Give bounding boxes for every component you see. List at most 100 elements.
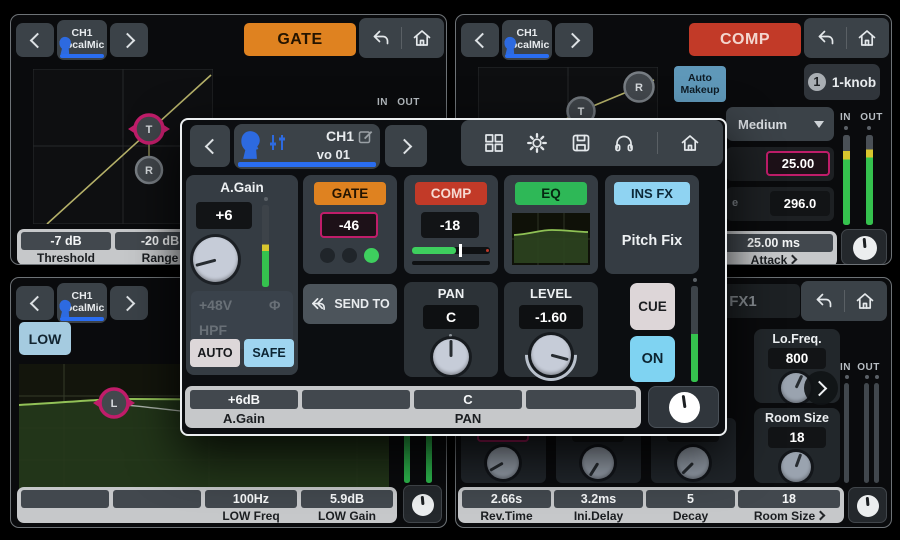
chevron-right-icon xyxy=(396,138,412,154)
meter-peak-dot xyxy=(865,375,869,379)
io-meter-labels: IN OUT xyxy=(840,362,880,373)
mixer-touchscreen: CH1 VocalMic GATE R T IN OUT -7 dB -20 d… xyxy=(0,0,900,540)
auto-makeup-button[interactable]: AutoMakeup xyxy=(674,66,726,102)
fader-param-footer: +6dB C A.Gain PAN xyxy=(185,386,641,428)
roomsize-knob[interactable] xyxy=(781,452,811,482)
edit-name-icon[interactable] xyxy=(358,129,373,144)
back-icon[interactable] xyxy=(815,27,837,49)
chevron-right-icon xyxy=(811,380,827,396)
next-channel-button[interactable] xyxy=(555,23,593,57)
footer-pan-value[interactable]: C xyxy=(414,390,522,409)
next-page-button[interactable] xyxy=(804,371,838,405)
home-icon[interactable] xyxy=(411,27,433,49)
prev-channel-button[interactable] xyxy=(461,23,499,57)
footer-again-value[interactable]: +6dB xyxy=(190,390,298,409)
pan-label: PAN xyxy=(404,286,498,301)
channel-select-button[interactable]: CH1 VocalMic xyxy=(502,20,552,60)
back-icon[interactable] xyxy=(370,27,392,49)
analog-gain-card: A.Gain +6 +48V Φ HPF AUTO SAFE xyxy=(186,175,298,375)
footer-threshold-label: Threshold xyxy=(21,251,111,264)
gate-card[interactable]: GATE -46 xyxy=(303,175,397,274)
channel-select-button[interactable]: CH1 VocalMic xyxy=(57,283,107,323)
phantom-label[interactable]: +48V xyxy=(199,297,232,313)
send-to-button[interactable]: SEND TO xyxy=(303,284,397,324)
footer-roomsize-value[interactable]: 18 xyxy=(738,490,840,508)
channel-name-button[interactable]: CH1 vo 01 xyxy=(234,124,380,169)
footer-inidelay-value[interactable]: 3.2ms xyxy=(554,490,643,508)
footer-empty-cell[interactable] xyxy=(302,390,410,409)
pan-knob[interactable] xyxy=(433,339,469,375)
save-icon[interactable] xyxy=(570,132,592,154)
pan-value: C xyxy=(423,305,479,329)
gate-led-off xyxy=(342,248,357,263)
cue-button[interactable]: CUE xyxy=(630,283,675,330)
threshold-handle-label: T xyxy=(146,124,153,136)
back-icon[interactable] xyxy=(813,290,835,312)
selected-underline xyxy=(505,54,549,58)
footer-threshold-value[interactable]: -7 dB xyxy=(21,232,111,250)
in-meter xyxy=(844,383,849,483)
io-meter-labels: IN OUT xyxy=(377,97,420,108)
footer-inidelay-label: Ini.Delay xyxy=(554,509,643,522)
settings-gear-icon[interactable] xyxy=(526,132,548,154)
hpf-label[interactable]: HPF xyxy=(199,322,227,338)
nav-box xyxy=(804,18,889,58)
chevron-right-icon xyxy=(119,295,135,311)
next-channel-button[interactable] xyxy=(385,125,427,167)
one-knob-button[interactable]: 1 1-knob xyxy=(804,64,880,100)
phase-icon[interactable]: Φ xyxy=(269,297,281,313)
gate-threshold-value[interactable]: -46 xyxy=(320,212,378,238)
again-label: A.Gain xyxy=(186,180,298,195)
decay-knob[interactable] xyxy=(677,447,709,479)
insfx-effect-name: Pitch Fix xyxy=(605,233,699,249)
prev-channel-button[interactable] xyxy=(16,286,54,320)
comp-toggle-button[interactable]: COMP xyxy=(689,23,801,56)
knee-dropdown[interactable]: Medium xyxy=(726,107,834,141)
home-icon[interactable] xyxy=(679,132,701,154)
comp-threshold-value: -18 xyxy=(421,212,479,238)
level-knob[interactable] xyxy=(531,335,571,375)
again-knob[interactable] xyxy=(193,237,238,282)
param-footer: 2.66s 3.2ms 5 18 Rev.Time Ini.Delay Deca… xyxy=(458,487,844,523)
home-icon[interactable] xyxy=(856,27,878,49)
next-channel-button[interactable] xyxy=(110,286,148,320)
revtime-knob[interactable] xyxy=(487,447,519,479)
footer-revtime-value[interactable]: 2.66s xyxy=(462,490,551,508)
monitor-headphones-icon[interactable] xyxy=(613,132,635,154)
screens-grid-icon[interactable] xyxy=(483,132,505,154)
out-meter-left xyxy=(864,383,869,483)
channel-select-button[interactable]: CH1 VocalMic xyxy=(57,20,107,60)
gate-on-badge: GATE xyxy=(314,182,386,205)
gain-auto-button[interactable]: AUTO xyxy=(190,339,240,367)
eq-card[interactable]: EQ xyxy=(504,175,598,274)
footer-lowgain-value[interactable]: 5.9dB xyxy=(301,490,393,508)
inidelay-knob[interactable] xyxy=(582,447,614,479)
selected-underline xyxy=(60,317,104,321)
low-band-button[interactable]: LOW xyxy=(19,322,71,355)
selected-param-value[interactable]: 25.00 xyxy=(766,151,830,176)
footer-decay-value[interactable]: 5 xyxy=(646,490,735,508)
prev-channel-button[interactable] xyxy=(190,125,230,167)
insfx-card[interactable]: INS FX Pitch Fix xyxy=(605,175,699,274)
next-channel-button[interactable] xyxy=(110,23,148,57)
footer-empty-cell[interactable] xyxy=(21,490,109,508)
dropdown-arrow-icon xyxy=(814,121,824,128)
footer-empty-cell[interactable] xyxy=(526,390,636,409)
on-button[interactable]: ON xyxy=(630,336,675,382)
footer-roomsize-label: Room Size xyxy=(738,509,840,522)
gate-led-off xyxy=(320,248,335,263)
comp-card[interactable]: COMP -18 xyxy=(404,175,498,274)
gate-toggle-button[interactable]: GATE xyxy=(244,23,356,56)
chevron-left-icon xyxy=(204,138,220,154)
pan-card: PAN C xyxy=(404,282,498,377)
assignable-knob-indicator xyxy=(841,229,887,265)
home-icon[interactable] xyxy=(854,290,876,312)
prev-channel-button[interactable] xyxy=(16,23,54,57)
meter-peak-dot xyxy=(693,278,697,282)
footer-empty-cell[interactable] xyxy=(113,490,201,508)
footer-attack-value[interactable]: 25.00 ms xyxy=(714,234,833,252)
footer-again-label: A.Gain xyxy=(190,412,298,425)
footer-lowfreq-value[interactable]: 100Hz xyxy=(205,490,297,508)
level-label: LEVEL xyxy=(504,286,598,301)
gain-safe-button[interactable]: SAFE xyxy=(244,339,294,367)
